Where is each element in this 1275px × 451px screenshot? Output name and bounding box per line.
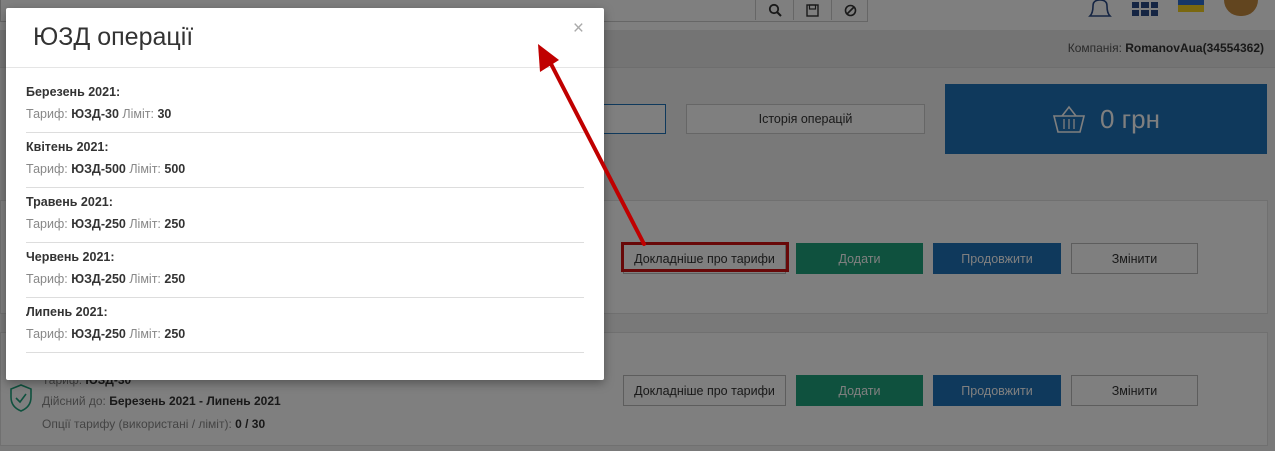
- limit-value: 500: [164, 162, 186, 176]
- limit-label: Ліміт:: [129, 327, 161, 341]
- entry-details: Тариф: ЮЗД-250 Ліміт: 250: [26, 327, 584, 341]
- tariff-value: ЮЗД-250: [71, 272, 126, 286]
- list-item: Квітень 2021: Тариф: ЮЗД-500 Ліміт: 500: [26, 133, 584, 188]
- entry-month: Травень 2021:: [26, 195, 113, 209]
- modal-header: ЮЗД операції ×: [6, 8, 604, 68]
- limit-value: 250: [164, 327, 186, 341]
- tariff-label: Тариф:: [26, 107, 68, 121]
- tariff-value: ЮЗД-500: [71, 162, 126, 176]
- list-item: Травень 2021: Тариф: ЮЗД-250 Ліміт: 250: [26, 188, 584, 243]
- operations-modal: ЮЗД операції × Березень 2021: Тариф: ЮЗД…: [6, 8, 604, 380]
- operations-list: Березень 2021: Тариф: ЮЗД-30 Ліміт: 30 К…: [26, 78, 584, 353]
- entry-details: Тариф: ЮЗД-250 Ліміт: 250: [26, 272, 584, 286]
- tariff-value: ЮЗД-30: [71, 107, 119, 121]
- limit-label: Ліміт:: [129, 217, 161, 231]
- entry-month: Березень 2021:: [26, 85, 121, 99]
- entry-details: Тариф: ЮЗД-500 Ліміт: 500: [26, 162, 584, 176]
- tariff-label: Тариф:: [26, 327, 68, 341]
- tariff-value: ЮЗД-250: [71, 217, 126, 231]
- tariff-value: ЮЗД-250: [71, 327, 126, 341]
- entry-month: Червень 2021:: [26, 250, 115, 264]
- limit-value: 250: [164, 217, 186, 231]
- list-item: Липень 2021: Тариф: ЮЗД-250 Ліміт: 250: [26, 298, 584, 353]
- entry-month: Квітень 2021:: [26, 140, 109, 154]
- list-item: Червень 2021: Тариф: ЮЗД-250 Ліміт: 250: [26, 243, 584, 298]
- limit-value: 30: [157, 107, 172, 121]
- entry-month: Липень 2021:: [26, 305, 108, 319]
- modal-title: ЮЗД операції: [33, 23, 194, 51]
- tariff-label: Тариф:: [26, 162, 68, 176]
- limit-label: Ліміт:: [129, 272, 161, 286]
- limit-label: Ліміт:: [129, 162, 161, 176]
- close-icon[interactable]: ×: [573, 18, 584, 40]
- limit-value: 250: [164, 272, 186, 286]
- entry-details: Тариф: ЮЗД-30 Ліміт: 30: [26, 107, 584, 121]
- list-item: Березень 2021: Тариф: ЮЗД-30 Ліміт: 30: [26, 78, 584, 133]
- entry-details: Тариф: ЮЗД-250 Ліміт: 250: [26, 217, 584, 231]
- tariff-label: Тариф:: [26, 272, 68, 286]
- limit-label: Ліміт:: [122, 107, 154, 121]
- tariff-label: Тариф:: [26, 217, 68, 231]
